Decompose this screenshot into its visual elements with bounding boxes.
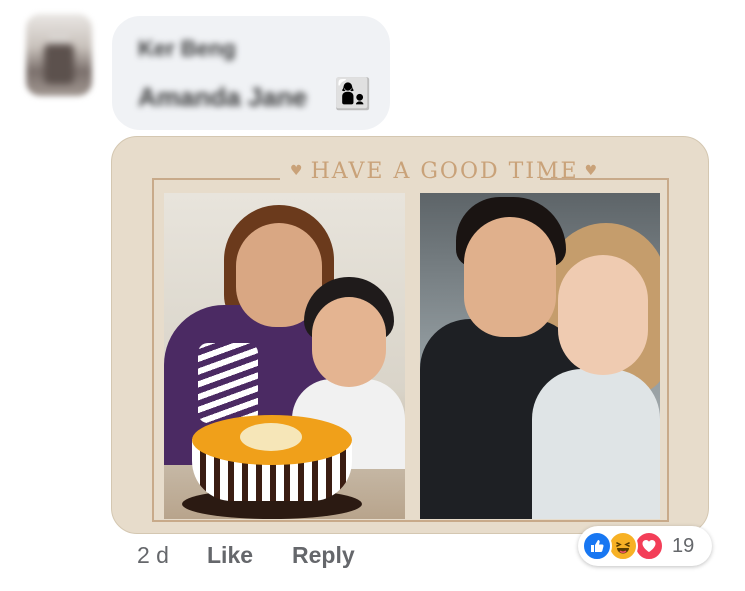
reaction-count: 19	[672, 535, 695, 557]
reactions-summary[interactable]: 19	[578, 526, 712, 566]
card-title-text: HAVE A GOOD TIME	[310, 159, 579, 184]
mother-child-emoji: 👩‍👦	[334, 78, 372, 111]
comment-bubble: Ker Beng Amanda Jane 👩‍👦	[112, 16, 390, 130]
haha-icon	[608, 531, 638, 561]
love-icon	[634, 531, 664, 561]
comment-author[interactable]: Ker Beng	[138, 36, 236, 62]
heart-icon: ♥	[290, 163, 305, 179]
heart-icon: ♥	[584, 163, 600, 179]
like-icon	[582, 531, 612, 561]
avatar[interactable]	[26, 14, 92, 96]
photo-attachment[interactable]: ♥ HAVE A GOOD TIME ♥	[111, 136, 709, 534]
photo-selfie[interactable]	[420, 193, 660, 519]
comment-text: Amanda Jane	[138, 82, 308, 112]
comment-thread: Ker Beng Amanda Jane 👩‍👦 ♥ HAVE A GOOD TI…	[0, 0, 745, 591]
card-title: ♥ HAVE A GOOD TIME ♥	[284, 159, 597, 184]
photo-birthday-cake[interactable]	[164, 193, 405, 519]
comment-timestamp[interactable]: 2 d	[137, 542, 169, 569]
reply-button[interactable]: Reply	[292, 542, 355, 569]
frame-divider-left	[152, 178, 280, 180]
like-button[interactable]: Like	[207, 542, 253, 569]
